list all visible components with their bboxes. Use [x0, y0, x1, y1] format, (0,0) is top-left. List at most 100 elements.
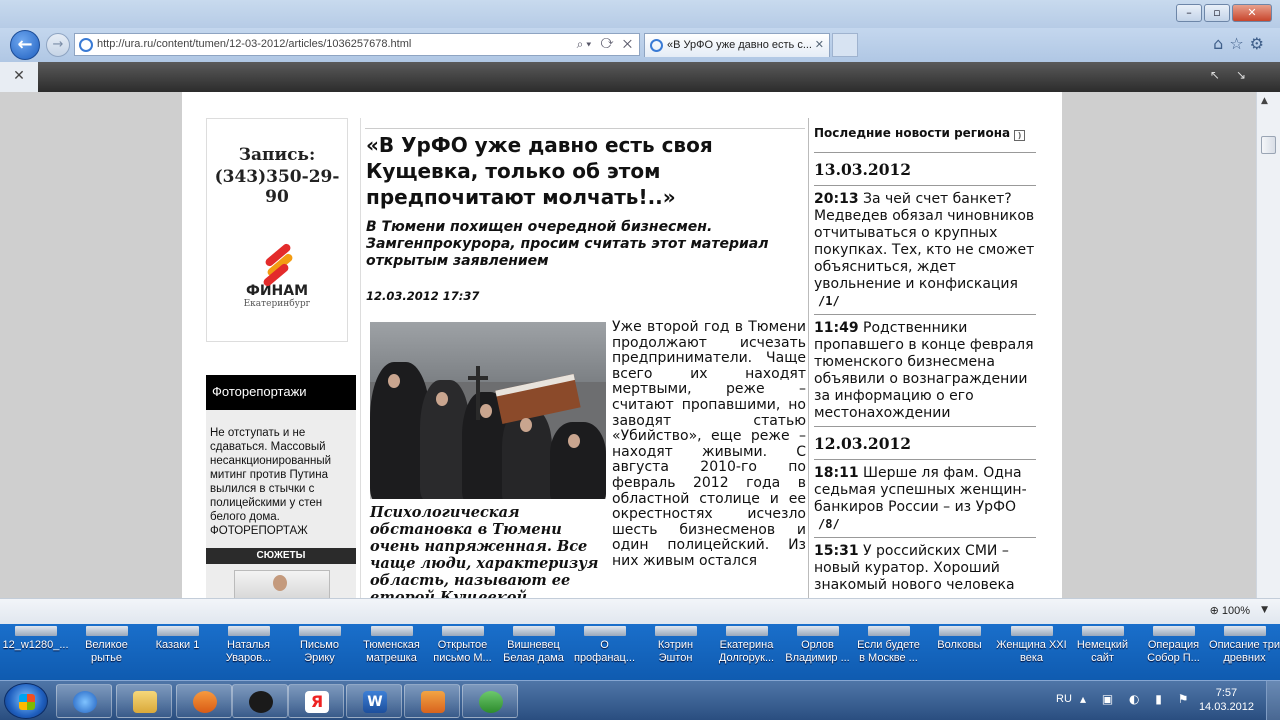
- desktop-shortcut[interactable]: Вишневец Белая дама: [498, 626, 569, 678]
- minimize-button[interactable]: –: [1176, 4, 1202, 22]
- zoom-value: 100%: [1221, 605, 1250, 617]
- shortcut-thumbnail-icon: [725, 626, 768, 636]
- news-item[interactable]: 18:11 Шерше ля фам. Одна седьмая успешны…: [814, 459, 1036, 537]
- ad-brand: ФИНАМ: [245, 283, 309, 299]
- clock-time: 7:57: [1215, 687, 1238, 699]
- start-button[interactable]: [4, 683, 48, 719]
- clock[interactable]: 7:57 14.03.2012: [1199, 686, 1254, 714]
- show-desktop-button[interactable]: [1266, 681, 1280, 720]
- article-date: 12.03.2012 17:37: [366, 289, 480, 303]
- desktop-shortcut[interactable]: Тюменская матрешка: [356, 626, 427, 678]
- desktop-shortcut[interactable]: Казаки 1: [142, 626, 213, 678]
- desktop-shortcut[interactable]: Немецкий сайт: [1067, 626, 1138, 678]
- window-controls: – ▫ ✕: [1174, 4, 1272, 22]
- shortcut-label: Операция Собор П...: [1147, 639, 1200, 664]
- yandex-taskbar-button[interactable]: Я: [288, 684, 344, 718]
- zoom-level[interactable]: ⊕ 100%: [1210, 604, 1250, 617]
- desktop-shortcut[interactable]: Письмо Эрику: [284, 626, 355, 678]
- zoom-dropdown-icon[interactable]: ▼: [1261, 605, 1268, 615]
- new-tab-button[interactable]: [832, 33, 858, 57]
- news-date: 12.03.2012: [814, 426, 1036, 459]
- photo-reports-header[interactable]: Фоторепортажи: [206, 375, 356, 410]
- taskbar: Я W RU ▴ ▣ ◐ ▮ ⚑ 7:57 14.03.2012: [0, 680, 1280, 720]
- explorer-taskbar-button[interactable]: [116, 684, 172, 718]
- desktop-shortcut[interactable]: О профанац...: [569, 626, 640, 678]
- language-indicator[interactable]: RU: [1056, 693, 1072, 705]
- system-tray: RU ▴ ▣ ◐ ▮ ⚑ 7:57 14.03.2012: [1050, 681, 1280, 720]
- desktop-shortcut[interactable]: Операция Собор П...: [1138, 626, 1209, 678]
- shortcut-label: Наталья Уваров...: [225, 639, 272, 664]
- scroll-up-icon[interactable]: ▲: [1261, 96, 1268, 106]
- regional-news-header: Последние новости региона): [814, 126, 1044, 141]
- maximize-button[interactable]: ▫: [1204, 4, 1230, 22]
- close-window-button[interactable]: ✕: [1232, 4, 1272, 22]
- shortcut-thumbnail-icon: [1081, 626, 1124, 636]
- forward-button[interactable]: →: [46, 33, 70, 57]
- shortcut-label: Великое рытье: [85, 639, 128, 664]
- shortcut-label: Письмо Эрику: [300, 639, 339, 664]
- news-item[interactable]: 20:13 За чей счет банкет? Медведев обяза…: [814, 185, 1036, 314]
- desktop-shortcut[interactable]: Великое рытье: [71, 626, 142, 678]
- desktop-shortcut[interactable]: Кэтрин Эштон: [640, 626, 711, 678]
- shortcut-thumbnail-icon: [14, 626, 57, 636]
- rss-icon[interactable]: ): [1014, 130, 1026, 141]
- photo-report-text[interactable]: Не отступать и не сдаваться. Массовый не…: [206, 410, 356, 538]
- article-title: «В УрФО уже давно есть своя Кущевка, тол…: [366, 133, 713, 209]
- address-bar[interactable]: http://ura.ru/content/tumen/12-03-2012/a…: [74, 33, 640, 56]
- address-tools-icons[interactable]: ⌕▾ ⟳ ✕: [577, 37, 635, 52]
- desktop-shortcut[interactable]: Наталья Уваров...: [213, 626, 284, 678]
- toolbar-pin-icons[interactable]: ↖↘: [1210, 68, 1262, 82]
- finam-advert[interactable]: Запись: (343)350-29-90 ФИНАМ Екатеринбур…: [206, 118, 348, 342]
- back-button[interactable]: ←: [10, 30, 40, 60]
- desktop-shortcut[interactable]: Екатерина Долгорук...: [711, 626, 782, 678]
- vertical-scrollbar[interactable]: ▲: [1256, 92, 1280, 598]
- ad-line1: Запись:: [238, 145, 316, 165]
- tab-active[interactable]: «В УрФО уже давно есть с... ✕: [644, 33, 830, 57]
- article-photo[interactable]: [370, 322, 606, 499]
- tray-icons[interactable]: ▴ ▣ ◐ ▮ ⚑: [1080, 692, 1194, 706]
- desktop-shortcut[interactable]: Орлов Владимир ...: [782, 626, 853, 678]
- app-taskbar-button[interactable]: [404, 684, 460, 718]
- story-thumbnail[interactable]: [234, 570, 330, 598]
- shortcut-thumbnail-icon: [867, 626, 910, 636]
- page-icon: [79, 38, 93, 52]
- shortcut-label: 12_w1280_...: [2, 639, 69, 651]
- hp-taskbar-button[interactable]: [232, 684, 288, 718]
- shortcut-label: Казаки 1: [155, 639, 200, 651]
- finam-logo-icon: [259, 242, 295, 288]
- desktop-shortcut[interactable]: Женщина XXI века: [996, 626, 1067, 678]
- ad-phone: (343)350-29-90: [214, 167, 340, 207]
- desktop-shortcut[interactable]: Открытое письмо М...: [427, 626, 498, 678]
- shortcut-thumbnail-icon: [1223, 626, 1266, 636]
- ie-taskbar-button[interactable]: [56, 684, 112, 718]
- shortcut-label: О профанац...: [573, 639, 636, 664]
- shortcut-label: Немецкий сайт: [1076, 639, 1129, 664]
- news-time: 11:49: [814, 320, 859, 336]
- media-taskbar-button[interactable]: [176, 684, 232, 718]
- comment-count: /8/: [818, 517, 840, 531]
- desktop-icons-strip: 12_w1280_... Великое рытье Казаки 1 Наталья…: [0, 624, 1280, 680]
- news-item[interactable]: 15:31 У российских СМИ – новый куратор. …: [814, 537, 1036, 598]
- toolbar-close-icon[interactable]: ✕: [0, 62, 38, 92]
- shortcut-thumbnail-icon: [512, 626, 555, 636]
- news-date: 13.03.2012: [814, 152, 1036, 185]
- desktop-shortcut[interactable]: Если будете в Москве ...: [853, 626, 924, 678]
- news-time: 20:13: [814, 191, 859, 207]
- stories-header[interactable]: СЮЖЕТЫ: [206, 548, 356, 564]
- news-item[interactable]: 11:49 Родственники пропавшего в конце фе…: [814, 314, 1036, 426]
- desktop-shortcut[interactable]: Описание три древних: [1209, 626, 1280, 678]
- shortcut-thumbnail-icon: [654, 626, 697, 636]
- shortcut-label: Если будете в Москве ...: [857, 639, 920, 664]
- shortcut-label: Тюменская матрешка: [363, 639, 420, 664]
- word-taskbar-button[interactable]: W: [346, 684, 402, 718]
- shortcut-thumbnail-icon: [370, 626, 413, 636]
- windows-logo-icon: [19, 694, 35, 710]
- desktop-shortcut[interactable]: Волковы: [924, 626, 995, 678]
- web-page: Запись: (343)350-29-90 ФИНАМ Екатеринбур…: [182, 92, 1062, 598]
- status-bar: ⊕ 100% ▼: [0, 598, 1280, 624]
- scroll-thumb[interactable]: [1261, 136, 1276, 154]
- desktop-shortcut[interactable]: 12_w1280_...: [0, 626, 71, 678]
- browser-tools-icons[interactable]: ⌂☆⚙: [1213, 34, 1270, 53]
- tab-close-icon[interactable]: ✕: [815, 38, 824, 51]
- network-taskbar-button[interactable]: [462, 684, 518, 718]
